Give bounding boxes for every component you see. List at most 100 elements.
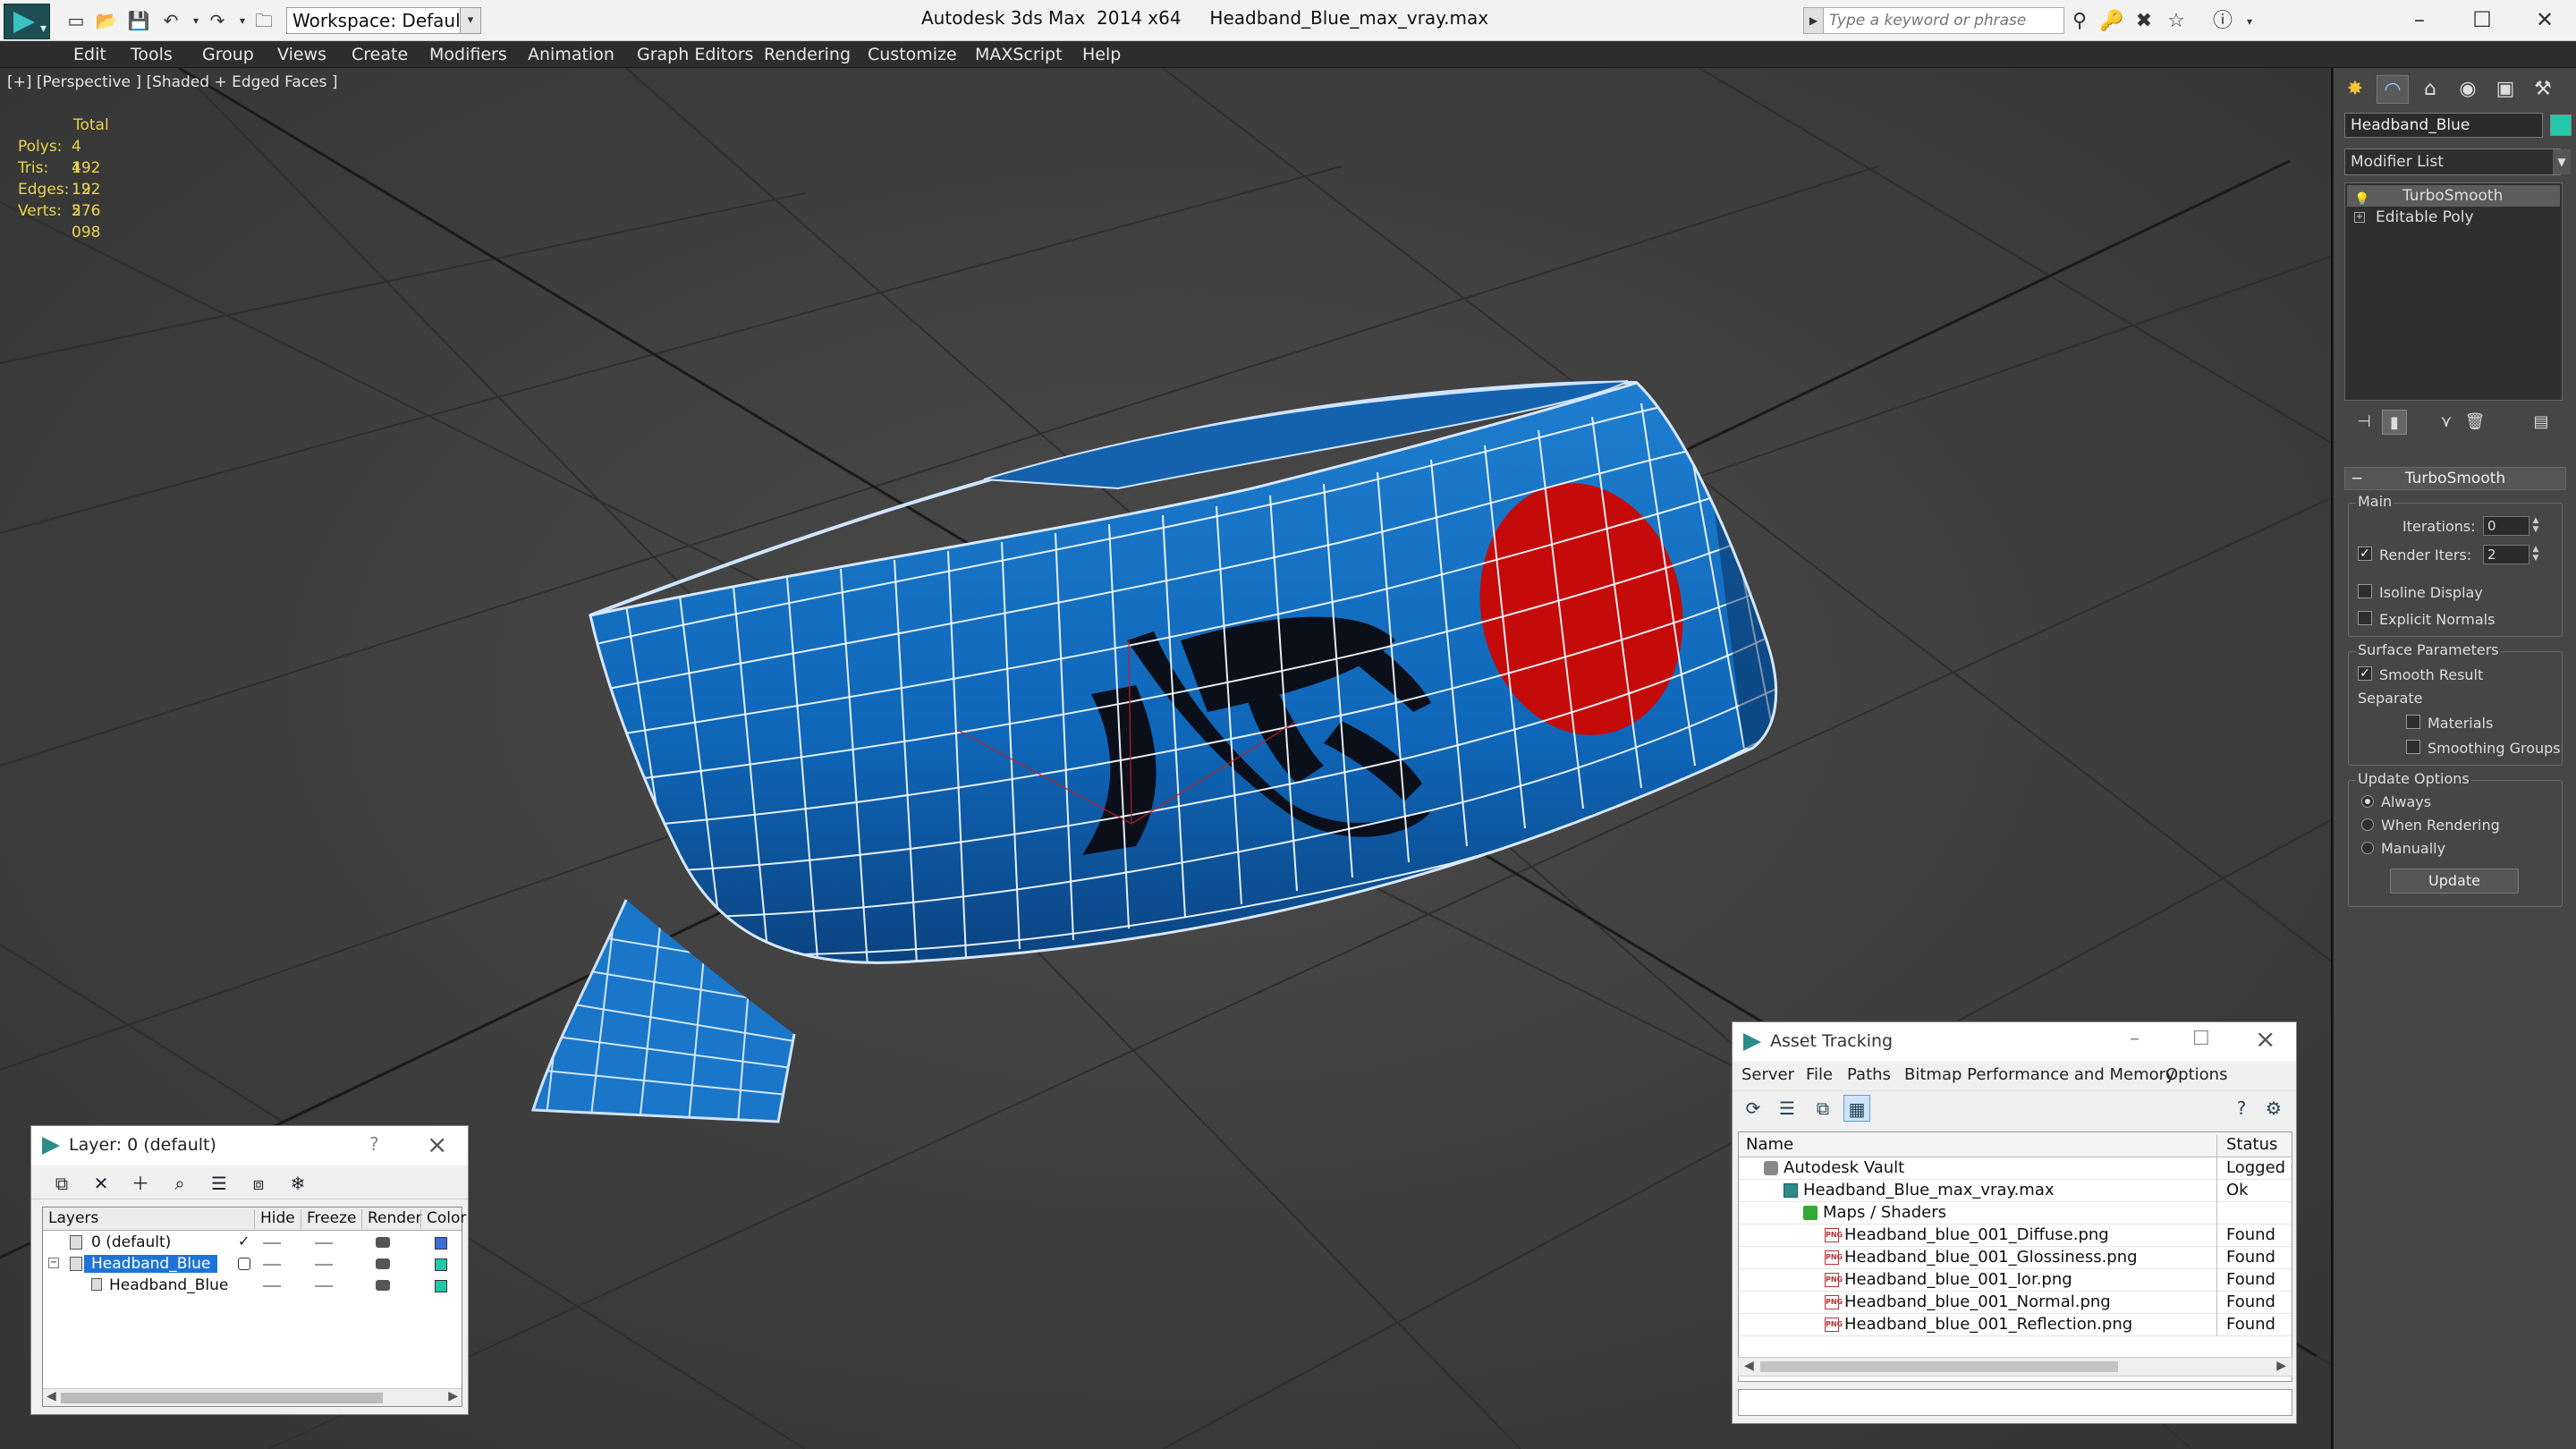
freeze-toggle[interactable] bbox=[315, 1285, 333, 1287]
search-toggle-icon[interactable]: ▶ bbox=[1804, 8, 1824, 33]
horizontal-scrollbar[interactable]: ◀ ▶ bbox=[43, 1388, 462, 1406]
undo-dropdown-icon[interactable]: ▾ bbox=[184, 9, 208, 32]
utilities-tab-icon[interactable]: ⚒ bbox=[2527, 75, 2559, 104]
render-iters-checkbox[interactable]: ✓ bbox=[2358, 547, 2372, 561]
layer-color-swatch[interactable] bbox=[435, 1237, 447, 1250]
freeze-all-layers-icon[interactable]: ❄ bbox=[285, 1171, 310, 1196]
list-view-icon[interactable]: ☰ bbox=[1774, 1095, 1801, 1122]
menu-paths[interactable]: Paths bbox=[1847, 1065, 1891, 1084]
asset-row-ior[interactable]: PNG Headband_blue_001_Ior.png Found bbox=[1739, 1269, 2292, 1292]
subscription-icon[interactable]: 🔑 bbox=[2098, 9, 2125, 34]
redo-icon[interactable]: ↷ bbox=[206, 9, 229, 32]
close-button[interactable]: ✕ bbox=[2513, 0, 2576, 39]
close-button[interactable]: × bbox=[427, 1130, 447, 1159]
close-button[interactable]: × bbox=[2255, 1024, 2275, 1054]
menu-file[interactable]: File bbox=[1806, 1065, 1833, 1084]
col-layers[interactable]: Layers bbox=[43, 1209, 98, 1229]
minimize-button[interactable]: – bbox=[2388, 0, 2451, 39]
select-objects-icon[interactable]: ⌕ bbox=[167, 1171, 192, 1196]
show-end-result-icon[interactable]: ▮ bbox=[2382, 410, 2407, 435]
render-iters-spinner[interactable]: 2 bbox=[2483, 545, 2529, 564]
menu-modifiers[interactable]: Modifiers bbox=[429, 44, 507, 65]
layer-color-swatch[interactable] bbox=[435, 1258, 447, 1271]
hierarchy-tab-icon[interactable]: ⌂ bbox=[2414, 75, 2446, 104]
menu-bitmap-performance[interactable]: Bitmap Performance and Memory bbox=[1904, 1065, 2175, 1084]
collapse-icon[interactable]: − bbox=[48, 1258, 59, 1268]
help-icon[interactable]: ⓘ bbox=[2209, 9, 2236, 34]
display-tab-icon[interactable]: ▣ bbox=[2489, 75, 2521, 104]
update-when-rendering-radio[interactable] bbox=[2361, 818, 2374, 831]
set-current-icon[interactable] bbox=[238, 1258, 250, 1270]
help-dropdown-icon[interactable]: ▾ bbox=[2236, 9, 2263, 34]
undo-icon[interactable]: ↶ bbox=[159, 9, 182, 32]
layer-dialog-titlebar[interactable]: Layer: 0 (default) ? × bbox=[31, 1126, 468, 1165]
asset-path-field[interactable] bbox=[1738, 1389, 2292, 1416]
menu-group[interactable]: Group bbox=[202, 44, 254, 65]
freeze-toggle[interactable] bbox=[315, 1242, 333, 1244]
pin-stack-icon[interactable]: ⊣ bbox=[2351, 410, 2377, 435]
menu-help[interactable]: Help bbox=[1082, 44, 1121, 65]
settings-icon[interactable]: ⚙ bbox=[2260, 1095, 2287, 1122]
menu-graph-editors[interactable]: Graph Editors bbox=[637, 44, 753, 65]
render-toggle-icon[interactable] bbox=[376, 1237, 390, 1248]
render-toggle-icon[interactable] bbox=[376, 1258, 390, 1269]
col-freeze[interactable]: Freeze bbox=[301, 1209, 356, 1229]
menu-maxscript[interactable]: MAXScript bbox=[975, 44, 1063, 65]
asset-row-diffuse[interactable]: PNG Headband_blue_001_Diffuse.png Found bbox=[1739, 1224, 2292, 1247]
update-always-radio[interactable] bbox=[2361, 795, 2374, 808]
open-file-icon[interactable]: 📂 bbox=[95, 9, 118, 32]
col-status[interactable]: Status bbox=[2216, 1135, 2277, 1157]
materials-checkbox[interactable] bbox=[2406, 715, 2420, 729]
menu-create[interactable]: Create bbox=[352, 44, 408, 65]
scroll-left-icon[interactable]: ◀ bbox=[1744, 1359, 1754, 1373]
new-file-icon[interactable]: ▭ bbox=[64, 9, 88, 32]
menu-views[interactable]: Views bbox=[277, 44, 326, 65]
scroll-thumb[interactable] bbox=[1760, 1361, 2118, 1372]
remove-modifier-icon[interactable]: 🗑 bbox=[2462, 410, 2487, 435]
scroll-right-icon[interactable]: ▶ bbox=[448, 1389, 458, 1403]
redo-dropdown-icon[interactable]: ▾ bbox=[231, 9, 254, 32]
maximize-button[interactable]: ☐ bbox=[2451, 0, 2513, 39]
create-tab-icon[interactable]: ✸ bbox=[2339, 75, 2371, 104]
smooth-result-checkbox[interactable]: ✓ bbox=[2358, 666, 2372, 681]
asset-row-maps[interactable]: Maps / Shaders bbox=[1739, 1202, 2292, 1224]
col-color[interactable]: Color bbox=[420, 1209, 466, 1229]
scroll-thumb[interactable] bbox=[61, 1393, 383, 1403]
stack-item-turbosmooth[interactable]: 💡 TurboSmooth bbox=[2347, 185, 2560, 207]
minimize-button[interactable]: – bbox=[2130, 1028, 2140, 1050]
object-color-swatch[interactable] bbox=[435, 1280, 447, 1292]
object-name-field[interactable]: Headband_Blue bbox=[2344, 113, 2543, 138]
col-name[interactable]: Name bbox=[1746, 1135, 1793, 1154]
asset-row-normal[interactable]: PNG Headband_blue_001_Normal.png Found bbox=[1739, 1292, 2292, 1314]
help-icon[interactable]: ? bbox=[2228, 1095, 2255, 1122]
search-input[interactable] bbox=[1826, 9, 2062, 32]
application-menu-button[interactable]: ▾ bbox=[4, 4, 50, 39]
scroll-right-icon[interactable]: ▶ bbox=[2276, 1359, 2286, 1373]
motion-tab-icon[interactable]: ◉ bbox=[2452, 75, 2484, 104]
create-layer-icon[interactable]: ⧉ bbox=[49, 1171, 74, 1196]
stack-item-editable-poly[interactable]: + Editable Poly bbox=[2347, 207, 2560, 228]
menu-rendering[interactable]: Rendering bbox=[764, 44, 851, 65]
update-button[interactable]: Update bbox=[2390, 869, 2519, 894]
isoline-display-checkbox[interactable] bbox=[2358, 584, 2372, 598]
hide-toggle[interactable] bbox=[263, 1264, 281, 1266]
freeze-toggle[interactable] bbox=[315, 1264, 333, 1266]
update-manually-radio[interactable] bbox=[2361, 842, 2374, 854]
refresh-icon[interactable]: ⟳ bbox=[1740, 1095, 1767, 1122]
configure-sets-icon[interactable]: ▤ bbox=[2529, 410, 2554, 435]
spinner-arrows-icon[interactable]: ▲ ▼ bbox=[2529, 545, 2542, 564]
iterations-spinner[interactable]: 0 bbox=[2483, 516, 2529, 536]
collapse-icon[interactable]: − bbox=[2351, 468, 2363, 489]
spinner-arrows-icon[interactable]: ▲ ▼ bbox=[2529, 516, 2542, 536]
asset-row-vault[interactable]: Autodesk Vault Logged Ou bbox=[1739, 1157, 2292, 1180]
highlight-layers-icon[interactable]: ☰ bbox=[207, 1171, 232, 1196]
workspace-dropdown[interactable]: Workspace: Default bbox=[286, 7, 481, 34]
modify-tab-icon[interactable]: ◠ bbox=[2377, 75, 2409, 104]
smoothing-groups-checkbox[interactable] bbox=[2406, 740, 2420, 754]
chevron-down-icon[interactable]: ▼ bbox=[2553, 149, 2571, 174]
turbosmooth-rollout-header[interactable]: − TurboSmooth bbox=[2344, 467, 2566, 490]
layer-row-headband-blue[interactable]: − Headband_Blue bbox=[43, 1254, 462, 1275]
save-file-icon[interactable]: 💾 bbox=[127, 9, 150, 32]
hide-toggle[interactable] bbox=[263, 1242, 281, 1244]
asset-dialog-titlebar[interactable]: Asset Tracking – ☐ × bbox=[1733, 1022, 2296, 1062]
